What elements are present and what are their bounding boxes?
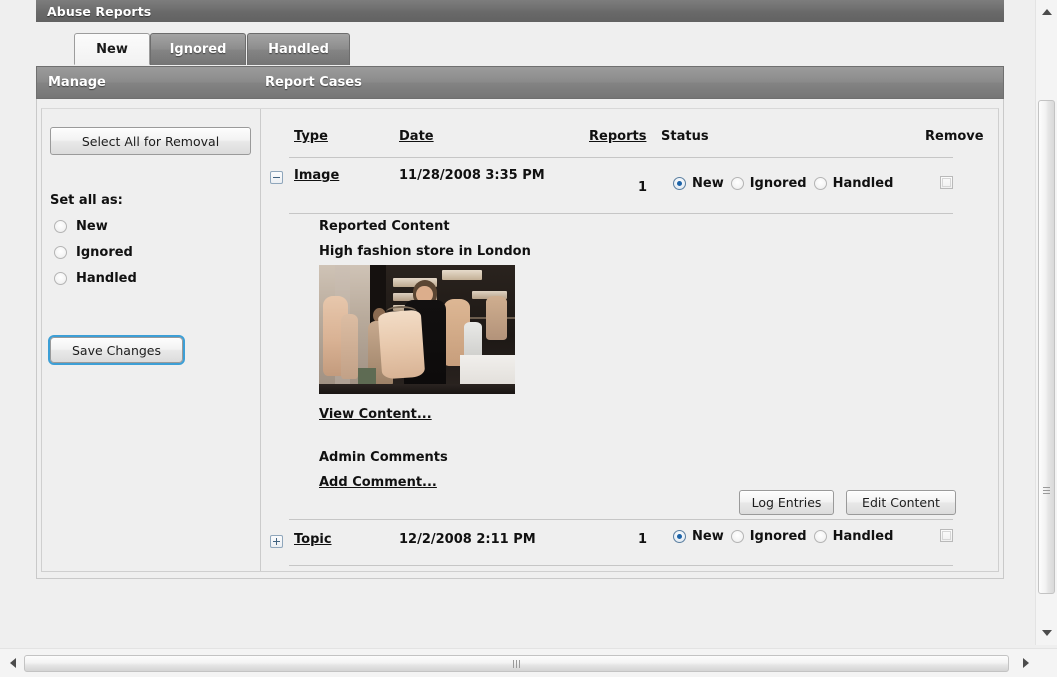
horizontal-scrollbar-thumb[interactable] bbox=[24, 655, 1009, 672]
row-status-group: New Ignored Handled bbox=[673, 176, 893, 191]
row-date: 12/2/2008 2:11 PM bbox=[399, 532, 536, 547]
panel-title-bar: Abuse Reports bbox=[36, 0, 1004, 22]
column-header-date[interactable]: Date bbox=[399, 129, 434, 144]
row-status-option-handled[interactable]: Handled bbox=[813, 529, 894, 544]
radio-icon-handled[interactable] bbox=[54, 272, 67, 285]
horizontal-scrollbar[interactable] bbox=[0, 648, 1057, 677]
row-status-handled-label: Handled bbox=[832, 529, 894, 544]
header-divider bbox=[289, 157, 953, 158]
table-row: Image 11/28/2008 3:35 PM 1 New Ignored H… bbox=[261, 165, 998, 209]
reported-content-label: Reported Content bbox=[319, 219, 450, 234]
row-status-new-label: New bbox=[692, 529, 724, 544]
log-entries-label: Log Entries bbox=[751, 495, 822, 510]
page-title: Abuse Reports bbox=[47, 3, 152, 19]
row-status-new-label: New bbox=[692, 176, 724, 191]
tab-new-label: New bbox=[96, 41, 128, 57]
row-status-option-ignored[interactable]: Ignored bbox=[730, 529, 807, 544]
scrollbar-corner bbox=[1036, 649, 1057, 677]
radio-icon-new-selected[interactable] bbox=[673, 530, 686, 543]
report-cases-area: Type Date Reports Status Remove Image 11… bbox=[261, 109, 998, 571]
row-divider bbox=[289, 565, 953, 566]
row-status-handled-label: Handled bbox=[832, 176, 894, 191]
column-header-status: Status bbox=[661, 129, 709, 144]
set-all-radio-new[interactable]: New bbox=[54, 219, 108, 234]
scrollbar-grip-icon bbox=[513, 660, 522, 668]
column-header-remove: Remove bbox=[925, 129, 984, 144]
report-cases-section-label: Report Cases bbox=[265, 75, 362, 90]
set-all-as-label: Set all as: bbox=[50, 193, 123, 208]
manage-section-label: Manage bbox=[48, 75, 106, 90]
edit-content-button[interactable]: Edit Content bbox=[846, 490, 956, 515]
table-row: Topic 12/2/2008 2:11 PM 1 New Ignored Ha… bbox=[261, 529, 998, 565]
radio-icon-ignored[interactable] bbox=[730, 530, 744, 543]
select-all-label: Select All for Removal bbox=[81, 133, 220, 149]
tab-handled-label: Handled bbox=[268, 42, 329, 57]
set-all-radio-handled[interactable]: Handled bbox=[54, 271, 137, 286]
row-divider bbox=[289, 213, 953, 214]
reported-content-thumbnail[interactable] bbox=[319, 265, 515, 394]
tab-strip: New Ignored Handled bbox=[36, 33, 1004, 66]
collapse-row-minus-box-icon[interactable] bbox=[270, 171, 283, 184]
admin-comments-label: Admin Comments bbox=[319, 450, 448, 465]
row-status-option-handled[interactable]: Handled bbox=[813, 176, 894, 191]
log-entries-button[interactable]: Log Entries bbox=[739, 490, 834, 515]
panel-body: Select All for Removal Set all as: New I… bbox=[36, 99, 1004, 579]
radio-icon-handled[interactable] bbox=[813, 177, 827, 190]
scroll-down-arrow-icon[interactable] bbox=[1036, 624, 1057, 642]
view-content-link[interactable]: View Content... bbox=[319, 407, 432, 422]
row-status-option-new[interactable]: New bbox=[673, 176, 724, 191]
column-header-reports[interactable]: Reports bbox=[589, 129, 646, 144]
radio-icon-handled[interactable] bbox=[813, 530, 827, 543]
vertical-scrollbar[interactable] bbox=[1035, 0, 1057, 645]
expand-row-plus-box-icon[interactable] bbox=[270, 535, 283, 548]
section-header-bar: Manage Report Cases bbox=[36, 66, 1004, 99]
manage-sidebar: Select All for Removal Set all as: New I… bbox=[42, 109, 261, 571]
row-date: 11/28/2008 3:35 PM bbox=[399, 168, 545, 183]
set-all-radio-new-label: New bbox=[76, 219, 108, 234]
tab-new[interactable]: New bbox=[74, 33, 150, 65]
screen-root: Abuse Reports New Ignored Handled Manage… bbox=[0, 0, 1057, 677]
row-status-ignored-label: Ignored bbox=[749, 529, 807, 544]
row-status-group: New Ignored Handled bbox=[673, 529, 893, 544]
radio-icon-ignored[interactable] bbox=[730, 177, 744, 190]
tab-ignored[interactable]: Ignored bbox=[150, 33, 246, 65]
scroll-up-arrow-icon[interactable] bbox=[1036, 3, 1057, 21]
tab-ignored-label: Ignored bbox=[169, 42, 227, 57]
set-all-radio-ignored[interactable]: Ignored bbox=[54, 245, 133, 260]
row-status-option-new[interactable]: New bbox=[673, 529, 724, 544]
tab-handled[interactable]: Handled bbox=[247, 33, 350, 65]
select-all-for-removal-button[interactable]: Select All for Removal bbox=[50, 127, 251, 155]
set-all-radio-handled-label: Handled bbox=[76, 271, 137, 286]
scrollbar-grip-icon bbox=[1043, 487, 1050, 496]
scroll-left-arrow-icon[interactable] bbox=[4, 649, 22, 677]
radio-icon-ignored[interactable] bbox=[54, 246, 67, 259]
scroll-right-arrow-icon[interactable] bbox=[1017, 649, 1035, 677]
row-status-option-ignored[interactable]: Ignored bbox=[730, 176, 807, 191]
radio-icon-new-selected[interactable] bbox=[673, 177, 686, 190]
row-status-ignored-label: Ignored bbox=[749, 176, 807, 191]
abuse-reports-panel: Abuse Reports New Ignored Handled Manage… bbox=[36, 0, 1004, 592]
row-remove-checkbox[interactable] bbox=[940, 529, 953, 542]
save-changes-label: Save Changes bbox=[71, 342, 162, 358]
row-type-link[interactable]: Topic bbox=[294, 532, 332, 547]
set-all-radio-ignored-label: Ignored bbox=[76, 245, 133, 260]
radio-icon-new[interactable] bbox=[54, 220, 67, 233]
row-remove-checkbox[interactable] bbox=[940, 176, 953, 189]
panel-inner: Select All for Removal Set all as: New I… bbox=[41, 108, 999, 572]
save-changes-button[interactable]: Save Changes bbox=[48, 335, 185, 365]
vertical-scrollbar-thumb[interactable] bbox=[1038, 100, 1055, 594]
column-header-type[interactable]: Type bbox=[294, 129, 328, 144]
edit-content-label: Edit Content bbox=[862, 495, 940, 510]
row-divider bbox=[289, 519, 953, 520]
row-reports-count: 1 bbox=[638, 180, 648, 195]
row-reports-count: 1 bbox=[638, 532, 648, 547]
table-column-headers: Type Date Reports Status Remove bbox=[261, 129, 998, 151]
reported-content-title: High fashion store in London bbox=[319, 244, 531, 259]
row-type-link[interactable]: Image bbox=[294, 168, 339, 183]
row-detail-panel: Reported Content High fashion store in L… bbox=[261, 219, 998, 515]
add-comment-link[interactable]: Add Comment... bbox=[319, 475, 437, 490]
